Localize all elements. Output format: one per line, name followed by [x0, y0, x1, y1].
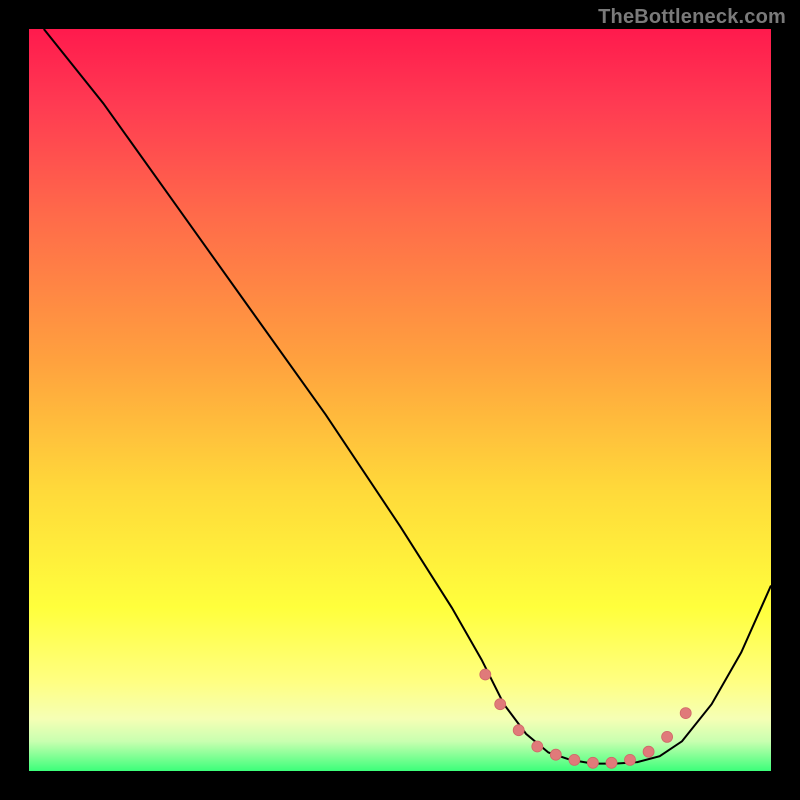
marker-dot — [480, 669, 491, 680]
attribution-label: TheBottleneck.com — [598, 6, 786, 29]
marker-dot — [495, 699, 506, 710]
marker-dot — [513, 725, 524, 736]
marker-dot — [532, 741, 543, 752]
marker-dot — [569, 754, 580, 765]
marker-dot — [587, 757, 598, 768]
marker-dot — [680, 708, 691, 719]
marker-group — [480, 669, 691, 768]
marker-dot — [662, 731, 673, 742]
bottleneck-curve — [44, 29, 771, 764]
chart-svg — [29, 29, 771, 771]
marker-dot — [625, 754, 636, 765]
marker-dot — [550, 749, 561, 760]
marker-dot — [606, 757, 617, 768]
marker-dot — [643, 746, 654, 757]
